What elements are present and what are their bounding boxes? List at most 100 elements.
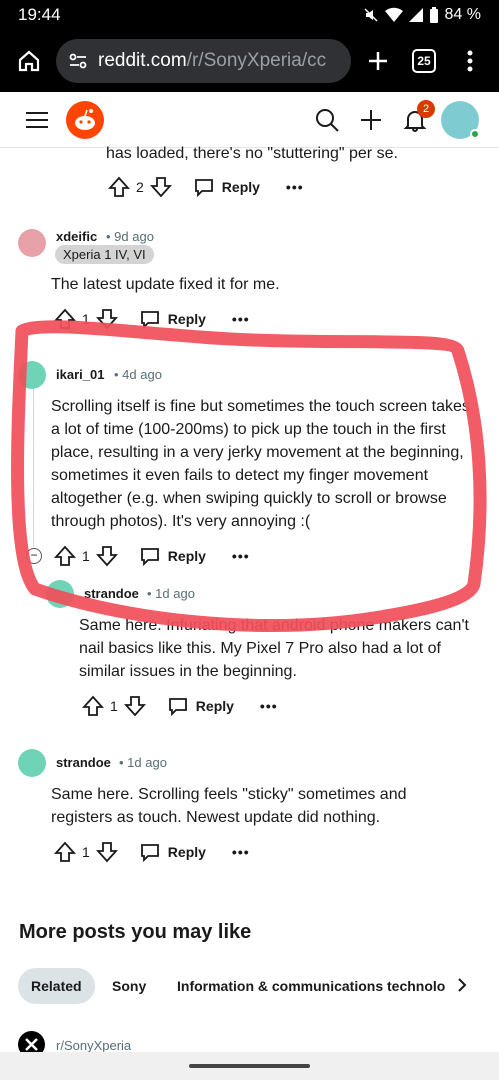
downvote-icon[interactable] — [123, 695, 146, 717]
online-indicator — [470, 128, 480, 139]
tab-related[interactable]: Related — [18, 968, 95, 1004]
url-domain: reddit.com — [98, 50, 187, 71]
comment-username[interactable]: ikari_01 — [56, 367, 104, 382]
comment-username[interactable]: strandoe — [84, 586, 139, 601]
avatar[interactable] — [18, 749, 46, 777]
downvote-icon[interactable] — [95, 841, 118, 863]
more-posts-title: More posts you may like — [19, 921, 252, 943]
vote-count: 1 — [82, 311, 90, 327]
comment-age: • 4d ago — [114, 367, 162, 382]
battery-icon — [429, 7, 438, 23]
comment-icon — [194, 179, 213, 197]
downvote-icon[interactable] — [95, 545, 118, 567]
status-icons: 84 % — [363, 6, 481, 24]
browser-menu-button[interactable] — [451, 42, 489, 80]
comment-text: The latest update fixed it for me. — [51, 276, 280, 293]
tab-sony[interactable]: Sony — [99, 968, 159, 1004]
comment-username[interactable]: strandoe — [56, 755, 111, 770]
comment-age: • 9d ago — [106, 229, 154, 244]
reddit-logo[interactable] — [66, 100, 104, 139]
vote-count: 1 — [82, 548, 90, 564]
search-icon — [316, 108, 339, 132]
reply-button[interactable]: Reply — [194, 177, 260, 197]
reply-button[interactable]: Reply — [140, 309, 206, 329]
upvote-icon[interactable] — [82, 695, 104, 717]
more-options-button[interactable]: ••• — [286, 179, 304, 195]
snoo-icon — [75, 108, 95, 130]
notification-badge: 2 — [417, 99, 435, 118]
reply-button[interactable]: Reply — [140, 546, 206, 566]
mute-icon — [364, 8, 378, 22]
tabs-scroll-right-button[interactable] — [452, 975, 476, 999]
url-text: reddit.com/r/SonyXperia/cc — [98, 50, 326, 72]
vote-group: 2 — [108, 176, 172, 198]
prev-comment-text: has loaded, there's no "stuttering" per … — [106, 145, 398, 162]
more-options-button[interactable]: ••• — [232, 844, 250, 860]
plus-icon — [369, 52, 387, 70]
search-button[interactable] — [305, 98, 349, 142]
avatar[interactable] — [18, 229, 46, 257]
comment-icon — [140, 548, 159, 566]
more-options-button[interactable]: ••• — [260, 698, 278, 714]
new-tab-button[interactable] — [359, 42, 397, 80]
avatar[interactable] — [46, 580, 74, 608]
more-options-button[interactable]: ••• — [232, 548, 250, 564]
chevron-right-icon — [458, 978, 467, 992]
hamburger-icon — [26, 111, 48, 128]
site-settings-icon[interactable] — [68, 51, 88, 71]
comment-text: Scrolling itself is fine but sometimes t… — [51, 398, 470, 530]
prev-comment-actions: 2 Reply ••• — [108, 176, 304, 198]
user-flair: Xperia 1 IV, VI — [55, 245, 154, 264]
url-path: /r/SonyXperia/cc — [186, 50, 327, 71]
home-gesture-handle[interactable] — [189, 1064, 310, 1068]
upvote-icon[interactable] — [108, 176, 130, 198]
reply-button[interactable]: Reply — [140, 842, 206, 862]
tab-information-communications-technology[interactable]: Information & communications technology — [164, 968, 446, 1004]
comment-actions: 1 Reply ••• — [82, 695, 278, 717]
downvote-icon[interactable] — [149, 176, 172, 198]
downvote-icon[interactable] — [95, 308, 118, 330]
create-post-button[interactable] — [349, 98, 393, 142]
comment-actions: 1 Reply ••• — [54, 545, 250, 567]
address-bar[interactable]: reddit.com/r/SonyXperia/cc — [56, 39, 351, 83]
home-icon — [18, 50, 40, 72]
comment-text: Same here. Infuriating that android phon… — [79, 617, 469, 680]
status-time: 19:44 — [18, 5, 61, 24]
vote-group: 1 — [54, 545, 118, 567]
vote-count: 2 — [136, 179, 144, 195]
vote-count: 1 — [82, 844, 90, 860]
reply-label: Reply — [221, 179, 260, 195]
wifi-icon — [384, 7, 403, 23]
system-nav-bar — [0, 1052, 499, 1080]
home-button[interactable] — [10, 42, 48, 80]
status-bar: 19:44 84 % — [0, 0, 499, 30]
thread-line[interactable] — [33, 387, 34, 547]
reply-button[interactable]: Reply — [168, 696, 234, 716]
tab-switcher-button[interactable]: 25 — [405, 42, 443, 80]
upvote-icon[interactable] — [54, 841, 76, 863]
comment-age: • 1d ago — [119, 755, 167, 770]
user-avatar[interactable] — [441, 100, 480, 139]
upvote-icon[interactable] — [54, 545, 76, 567]
comment-age: • 1d ago — [147, 586, 195, 601]
vote-group: 1 — [54, 841, 118, 863]
plus-icon — [361, 109, 381, 130]
comment-icon — [140, 311, 159, 329]
comment-username[interactable]: xdeific — [56, 229, 97, 244]
upvote-icon[interactable] — [54, 308, 76, 330]
kebab-menu-icon — [467, 50, 473, 72]
app-header: 2 — [0, 92, 499, 148]
post-subreddit[interactable]: r/SonyXperia — [56, 1038, 131, 1053]
signal-icon — [408, 8, 423, 22]
browser-toolbar: reddit.com/r/SonyXperia/cc 25 — [0, 30, 499, 92]
hamburger-menu-button[interactable] — [20, 98, 54, 142]
avatar[interactable] — [18, 361, 46, 389]
reply-label: Reply — [167, 311, 206, 327]
battery-level: 84 % — [444, 6, 481, 23]
comment-icon — [140, 844, 159, 862]
more-options-button[interactable]: ••• — [232, 311, 250, 327]
tab-count: 25 — [412, 49, 436, 73]
collapse-thread-button[interactable]: − — [26, 548, 42, 564]
vote-group: 1 — [54, 308, 118, 330]
notifications-button[interactable]: 2 — [393, 98, 437, 142]
